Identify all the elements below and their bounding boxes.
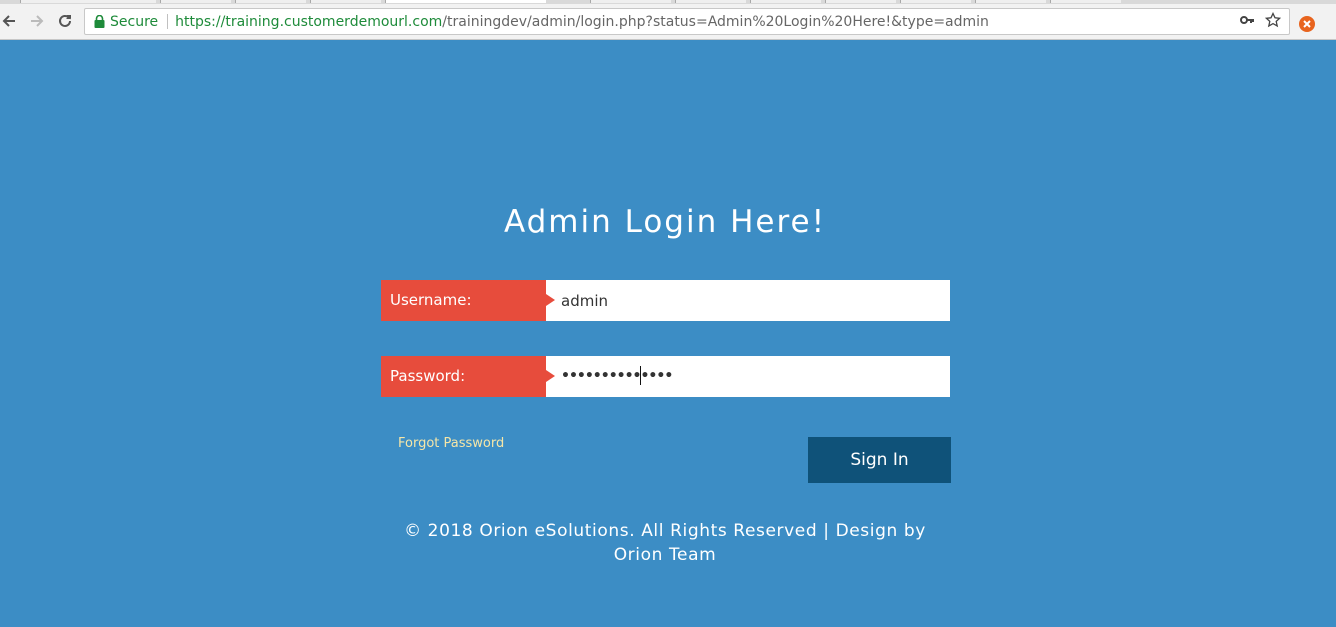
password-field[interactable]: •••••••••••••• <box>546 356 950 397</box>
url-scheme: https:// <box>175 13 226 30</box>
browser-tab[interactable] <box>160 0 231 3</box>
back-arrow-icon[interactable] <box>0 7 22 35</box>
username-label: Username: <box>381 280 555 321</box>
text-caret <box>640 366 641 385</box>
extension-icon[interactable] <box>1299 16 1315 32</box>
browser-tab[interactable] <box>750 0 821 3</box>
password-label: Password: <box>381 356 555 397</box>
browser-tab[interactable] <box>1050 0 1121 3</box>
page-title: Admin Login Here! <box>503 203 827 240</box>
reload-icon[interactable] <box>52 7 78 35</box>
browser-tab[interactable] <box>20 0 156 3</box>
url-host: training.customerdemourl.com <box>225 13 443 30</box>
omnibox-divider <box>167 14 169 29</box>
footer-copyright: © 2018 Orion eSolutions. All Rights Rese… <box>404 521 926 565</box>
password-row: Password: •••••••••••••• <box>381 356 950 397</box>
star-icon[interactable] <box>1264 11 1282 33</box>
browser-tab[interactable] <box>900 0 971 3</box>
browser-tab[interactable] <box>590 0 671 3</box>
username-field[interactable] <box>546 280 950 321</box>
sign-in-button[interactable]: Sign In <box>808 437 951 483</box>
username-row: Username: <box>381 280 950 321</box>
forgot-password-link[interactable]: Forgot Password <box>398 436 504 451</box>
browser-tab[interactable] <box>310 0 381 3</box>
browser-tab[interactable] <box>975 0 1046 3</box>
lock-icon <box>94 15 106 29</box>
browser-tab[interactable] <box>235 0 306 3</box>
secure-label: Secure <box>110 13 159 30</box>
browser-tab-active[interactable] <box>385 0 546 3</box>
url-text[interactable]: https://training.customerdemourl.com/tra… <box>175 14 989 30</box>
forward-arrow-icon[interactable] <box>24 7 50 35</box>
browser-tab[interactable] <box>825 0 896 3</box>
browser-tab[interactable] <box>675 0 746 3</box>
address-bar[interactable]: Secure https://training.customerdemourl.… <box>84 8 1290 35</box>
url-path: /trainingdev/admin/login.php?status=Admi… <box>442 13 989 30</box>
key-icon[interactable] <box>1239 12 1255 33</box>
omnibox-actions <box>1239 11 1282 33</box>
browser-toolbar: Secure https://training.customerdemourl.… <box>0 4 1336 40</box>
